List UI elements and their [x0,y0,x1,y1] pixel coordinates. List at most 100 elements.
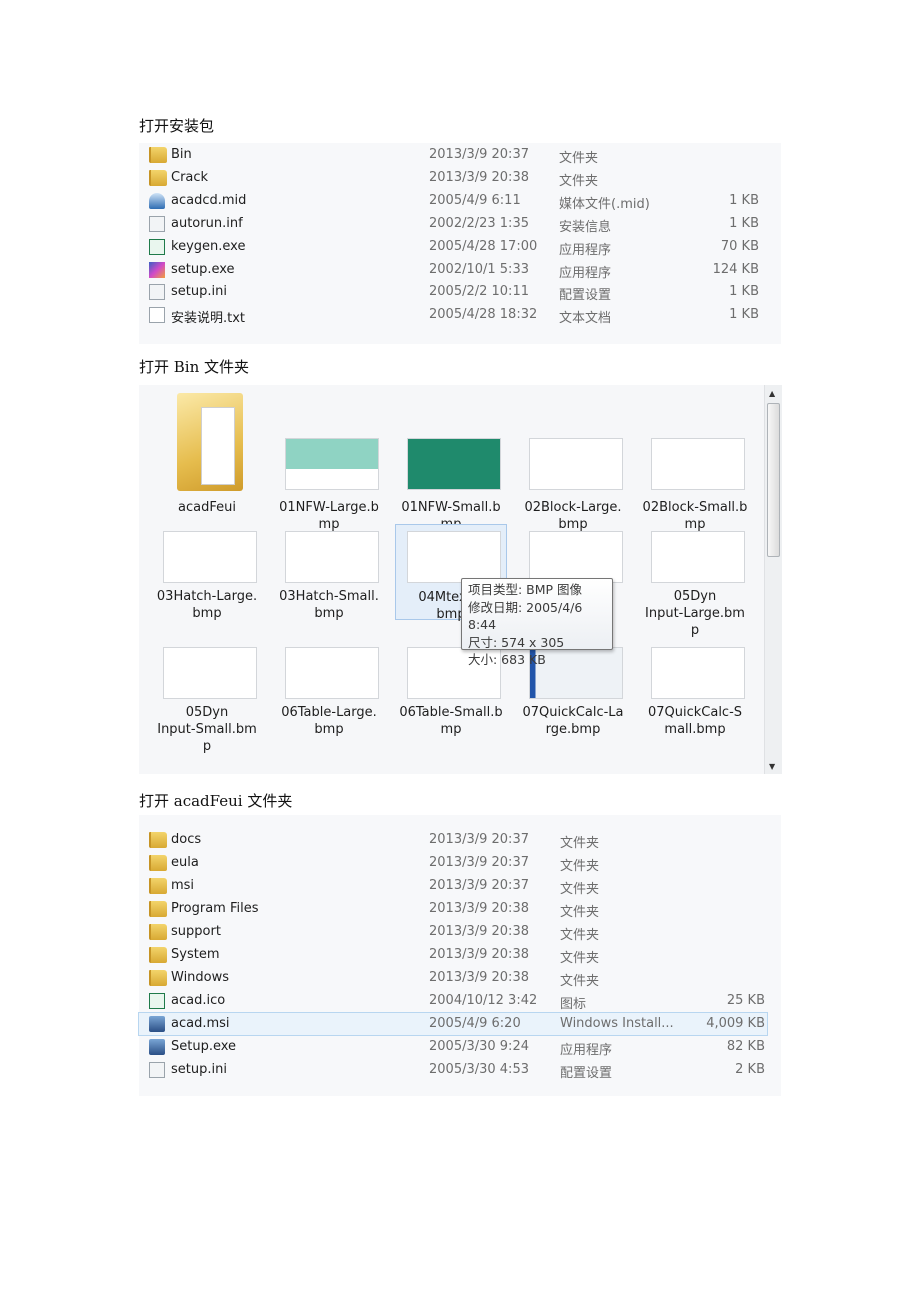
file-row[interactable]: acadcd.mid 2005/4/9 6:11 媒体文件(.mid) 1 KB [139,190,781,212]
image-tile[interactable]: 01NFW-Large.b mp [274,393,384,532]
file-size: 124 KB [712,261,759,277]
scroll-down-icon[interactable]: ▼ [769,762,775,771]
file-size: 82 KB [726,1039,765,1054]
file-row[interactable]: setup.ini 2005/2/2 10:11 配置设置 1 KB [139,281,781,303]
file-name: autorun.inf [171,215,243,231]
file-row[interactable]: msi 2013/3/9 20:37 文件夹 [139,875,767,897]
image-thumbnail [651,438,745,490]
file-row[interactable]: support 2013/3/9 20:38 文件夹 [139,921,767,943]
file-name: acad.ico [171,993,226,1008]
file-name: acad.msi [171,1016,230,1031]
file-type: 配置设置 [559,288,612,304]
image-thumbnail [529,531,623,583]
file-date: 2002/10/1 5:33 [429,261,529,277]
setup-app-icon [149,261,165,278]
file-size: 25 KB [726,993,765,1008]
image-tile[interactable]: 05Dyn Input-Small.bm p [152,647,262,767]
file-row[interactable]: System 2013/3/9 20:38 文件夹 [139,944,767,966]
image-thumbnail [163,647,257,699]
file-name: setup.ini [171,284,227,300]
file-type: 图标 [560,997,587,1012]
scroll-thumb[interactable] [767,403,780,557]
file-row[interactable]: Setup.exe 2005/3/30 9:24 应用程序 82 KB [139,1036,767,1058]
folder-tile[interactable]: acadFeui [152,393,262,515]
image-tile[interactable]: 02Block-Small.b mp [640,393,750,532]
image-tile[interactable]: 03Hatch-Small. bmp [274,531,384,651]
tile-label: 02Block-Small.b [642,500,748,515]
tile-label: 06Table-Small.b [399,705,503,720]
tile-label: 03Hatch-Small. [279,589,379,604]
bin-icon-grid: acadFeui01NFW-Large.bmp01NFW-Small.bmp02… [139,385,781,774]
file-row[interactable]: Program Files 2013/3/9 20:38 文件夹 [139,898,767,920]
file-row[interactable]: autorun.inf 2002/2/23 1:35 安装信息 1 KB [139,213,781,235]
file-row[interactable]: setup.exe 2002/10/1 5:33 应用程序 124 KB [139,259,781,281]
file-name: setup.exe [171,261,235,277]
file-name: setup.ini [171,1062,227,1077]
file-type: 文件夹 [559,151,599,166]
image-tile[interactable]: 05Dyn Input-Large.bm p [640,531,750,651]
file-row[interactable]: acad.ico 2004/10/12 3:42 图标 25 KB [139,990,767,1012]
file-type: 配置设置 [560,1066,613,1081]
file-type: 文件夹 [560,905,600,920]
media-file-icon [149,192,165,209]
file-name: Windows [171,970,230,985]
image-tile[interactable]: 07QuickCalc-S mall.bmp [640,647,750,767]
image-tile[interactable]: 03Hatch-Large. bmp [152,531,262,651]
item-tooltip: 项目类型: BMP 图像 修改日期: 2005/4/6 8:44 尺寸: 574… [461,578,613,667]
image-thumbnail [407,438,501,490]
tile-label: 01NFW-Small.b [401,500,501,515]
file-size: 1 KB [729,307,759,323]
file-date: 2005/3/30 4:53 [429,1062,529,1077]
file-type: 文件夹 [560,836,600,851]
tile-label: Input-Large.bm [645,606,745,621]
file-date: 2013/3/9 20:38 [429,901,529,916]
file-type: 文件夹 [560,928,600,943]
file-row[interactable]: 安装说明.txt 2005/4/28 18:32 文本文档 1 KB [139,304,781,326]
file-name: System [171,947,220,962]
image-tile[interactable]: 06Table-Large. bmp [274,647,384,767]
file-row[interactable]: Bin 2013/3/9 20:37 文件夹 [139,144,781,166]
tile-label: Input-Small.bm [157,722,257,737]
image-thumbnail [651,647,745,699]
file-date: 2005/4/28 17:00 [429,238,538,254]
file-name: Bin [171,147,192,162]
vertical-scrollbar[interactable]: ▲ ▼ [764,385,782,774]
file-type: 应用程序 [559,265,612,281]
tile-label: bmp [314,722,344,737]
tile-label: p [690,623,700,638]
file-row[interactable]: Crack 2013/3/9 20:38 文件夹 [139,167,781,189]
file-row[interactable]: docs 2013/3/9 20:37 文件夹 [139,829,767,851]
image-tile[interactable]: 01NFW-Small.bmp [396,393,506,532]
tile-label: mall.bmp [664,722,726,737]
scroll-up-icon[interactable]: ▲ [769,389,775,398]
app-icon [149,993,165,1009]
file-date: 2013/3/9 20:37 [429,855,529,870]
image-thumbnail [285,647,379,699]
file-type: 文件夹 [560,882,600,897]
file-name: keygen.exe [171,238,246,254]
tooltip-type: 项目类型: BMP 图像 [468,582,583,597]
file-date: 2002/2/23 1:35 [429,215,529,231]
file-row[interactable]: keygen.exe 2005/4/28 17:00 应用程序 70 KB [139,236,781,258]
file-name: support [171,924,221,939]
file-date: 2013/3/9 20:38 [429,970,529,985]
file-row[interactable]: acad.msi 2005/4/9 6:20 Windows Install... 4… [138,1012,768,1036]
folder-icon [149,924,167,940]
file-date: 2013/3/9 20:37 [429,878,529,893]
image-thumbnail [651,531,745,583]
caption-open-bin: 打开 Bin 文件夹 [139,358,250,376]
image-tile[interactable]: 02Block-Large. bmp [518,393,628,532]
file-type: 文本文档 [559,311,612,327]
file-size: 1 KB [729,215,759,231]
image-thumbnail [529,438,623,490]
tile-label: 02Block-Large. [524,500,622,515]
file-row[interactable]: eula 2013/3/9 20:37 文件夹 [139,852,767,874]
folder-icon [149,855,167,871]
file-name: Setup.exe [171,1039,237,1054]
file-row[interactable]: Windows 2013/3/9 20:38 文件夹 [139,967,767,989]
tile-label: 05Dyn [673,589,717,604]
file-row[interactable]: setup.ini 2005/3/30 4:53 配置设置 2 KB [139,1059,767,1081]
file-name: msi [171,878,195,893]
file-size: 4,009 KB [706,1016,765,1031]
file-date: 2005/4/28 18:32 [429,307,538,323]
